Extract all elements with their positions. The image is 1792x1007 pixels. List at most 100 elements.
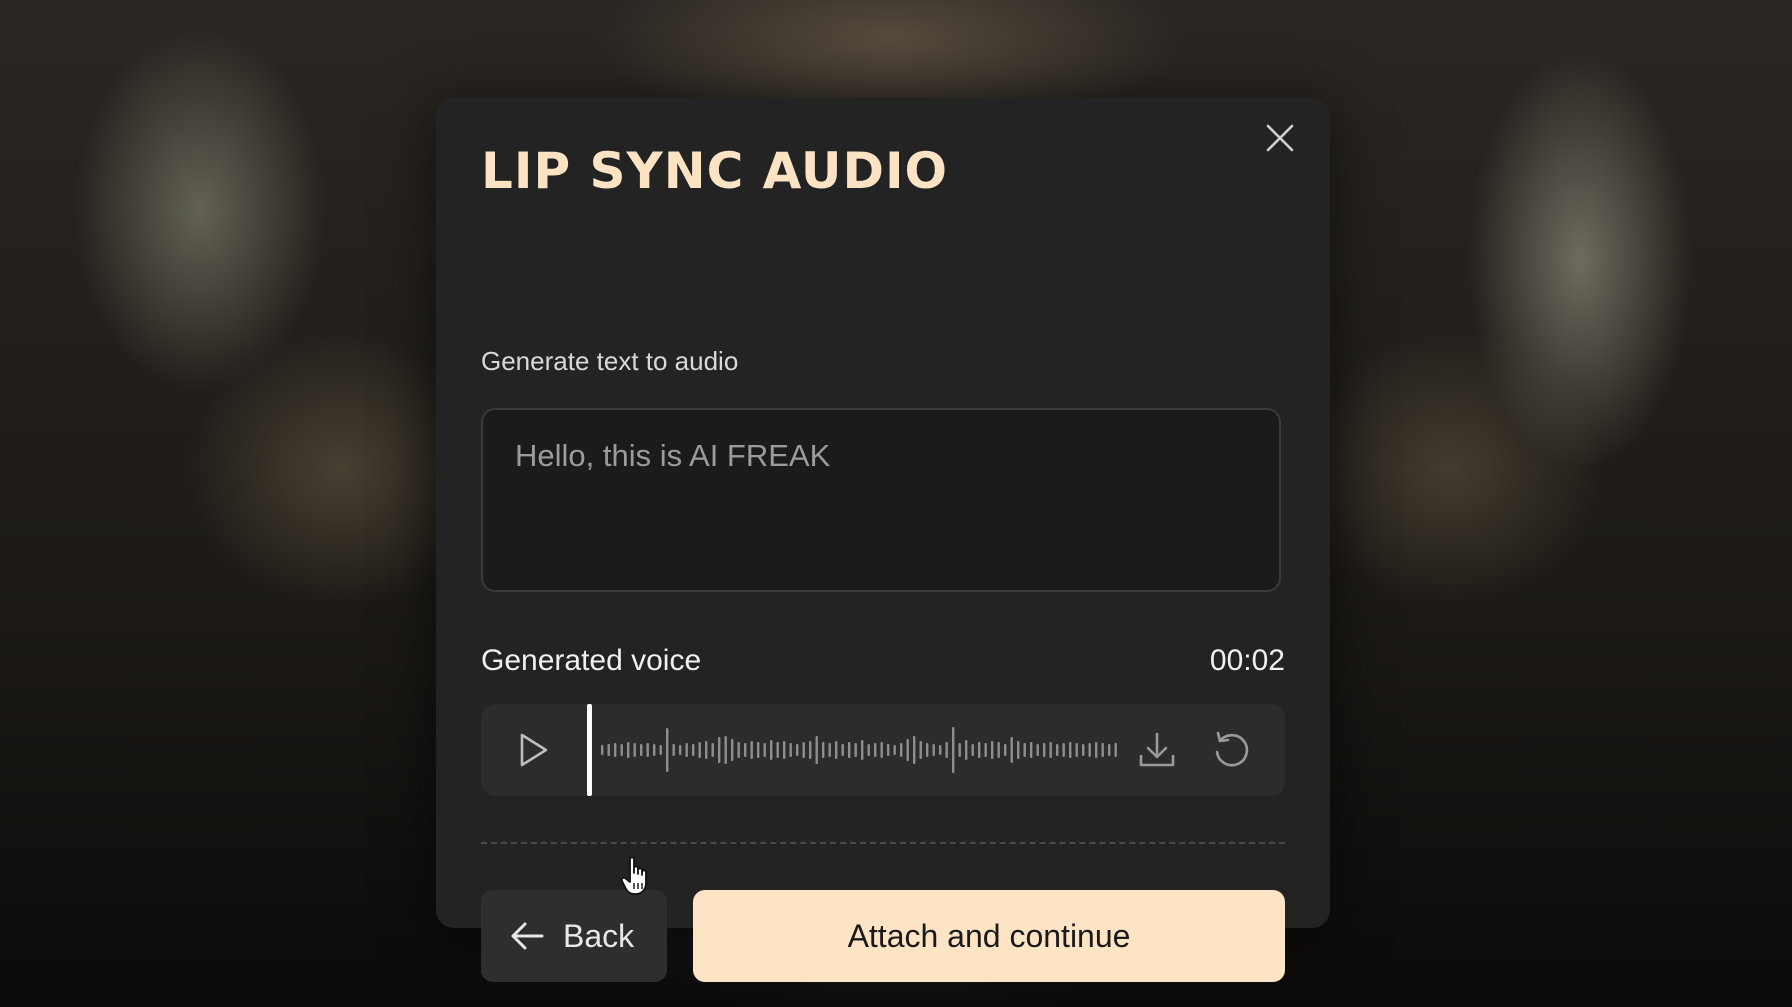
waveform-bar [685, 743, 688, 757]
waveform-bar [1062, 743, 1065, 757]
waveform-bar [1088, 743, 1091, 757]
waveform-bar [724, 736, 727, 764]
waveform-bar [1114, 743, 1117, 757]
lip-sync-dialog: LIP SYNC AUDIO Generate text to audio He… [436, 98, 1330, 982]
waveform-bar [711, 743, 714, 757]
waveform-bar [815, 736, 818, 764]
audio-waveform[interactable] [599, 704, 1119, 796]
waveform-bar [926, 743, 929, 757]
waveform-bar [932, 744, 935, 756]
waveform-bar [750, 741, 753, 759]
waveform-bar [919, 741, 922, 759]
waveform-bar [666, 728, 669, 772]
waveform-bar [1049, 742, 1052, 758]
waveform-bar [718, 737, 721, 763]
waveform-bar [614, 743, 617, 757]
text-to-audio-input[interactable]: Hello, this is AI FREAK [481, 408, 1281, 592]
arrow-left-icon [511, 922, 544, 950]
waveform-bar [802, 742, 805, 758]
hand-pointer-cursor-icon [620, 856, 647, 895]
waveform-bar [861, 740, 864, 760]
waveform-bar [731, 739, 734, 761]
waveform-bar [627, 742, 630, 758]
waveform-bar [1108, 744, 1111, 756]
dialog-title: LIP SYNC AUDIO [481, 142, 949, 200]
waveform-bar [1043, 743, 1046, 757]
waveform-bar [620, 744, 623, 756]
waveform-bar [828, 743, 831, 757]
waveform-bar [640, 744, 643, 756]
attach-and-continue-button[interactable]: Attach and continue [693, 890, 1285, 982]
waveform-bar [822, 742, 825, 758]
waveform-bar [991, 741, 994, 759]
waveform-bar [1095, 742, 1098, 758]
waveform-bar [880, 742, 883, 758]
waveform-bar [763, 743, 766, 757]
waveform-bar [809, 741, 812, 759]
back-button-label: Back [563, 917, 635, 954]
waveform-bar [1082, 744, 1085, 756]
waveform-bar [971, 744, 974, 756]
waveform-bar [1101, 743, 1104, 757]
waveform-bar [867, 744, 870, 756]
waveform-bar [1010, 737, 1013, 763]
waveform-bar [757, 742, 760, 758]
waveform-bar [789, 743, 792, 757]
download-icon[interactable] [1135, 728, 1179, 772]
waveform-bar [1004, 744, 1007, 756]
back-button[interactable]: Back [481, 890, 667, 982]
waveform-bar [1036, 744, 1039, 756]
waveform-bar [978, 742, 981, 758]
waveform-bar [653, 744, 656, 756]
waveform-bar [913, 736, 916, 764]
waveform-bar [601, 745, 604, 755]
waveform-bar [887, 744, 890, 756]
waveform-bar [1030, 742, 1033, 758]
waveform-bar [1017, 741, 1020, 759]
waveform-bar [945, 742, 948, 758]
reload-icon[interactable] [1209, 728, 1253, 772]
waveform-bar [997, 742, 1000, 758]
close-icon [1266, 124, 1294, 152]
waveform-bar [679, 745, 682, 755]
playhead[interactable] [587, 704, 592, 796]
waveform-bar [841, 744, 844, 756]
waveform-bar [848, 742, 851, 758]
waveform-bar [744, 743, 747, 757]
waveform-bar [659, 745, 662, 755]
waveform-bar [900, 743, 903, 757]
waveform-bar [906, 739, 909, 761]
waveform-bar [796, 744, 799, 756]
waveform-bar [783, 741, 786, 759]
waveform-bar [776, 742, 779, 758]
waveform-bar [854, 743, 857, 757]
waveform-bar [1075, 743, 1078, 757]
waveform-bar [1023, 743, 1026, 757]
waveform-bar [835, 741, 838, 759]
waveform-bar [705, 741, 708, 759]
waveform-bar [874, 743, 877, 757]
dashed-divider [481, 842, 1285, 844]
waveform-bar [672, 744, 675, 756]
waveform-bar [737, 742, 740, 758]
waveform-bar [984, 743, 987, 757]
waveform-bar [692, 744, 695, 756]
waveform-bar [1069, 742, 1072, 758]
text-to-audio-label: Generate text to audio [481, 346, 739, 376]
waveform-bar [1056, 744, 1059, 756]
waveform-bar [965, 740, 968, 760]
waveform-bar [633, 743, 636, 757]
close-button[interactable] [1260, 118, 1300, 158]
generated-voice-label: Generated voice [481, 644, 702, 677]
waveform-bar [770, 740, 773, 760]
voice-duration: 00:02 [1209, 644, 1285, 677]
waveform-bar [952, 727, 955, 773]
waveform-bar [958, 743, 961, 757]
waveform-bar [698, 742, 701, 758]
waveform-bar [646, 743, 649, 757]
waveform-bar [607, 744, 610, 756]
audio-player [481, 704, 1285, 796]
waveform-bar [893, 745, 896, 755]
play-icon[interactable] [513, 730, 553, 770]
waveform-bar [939, 745, 942, 755]
